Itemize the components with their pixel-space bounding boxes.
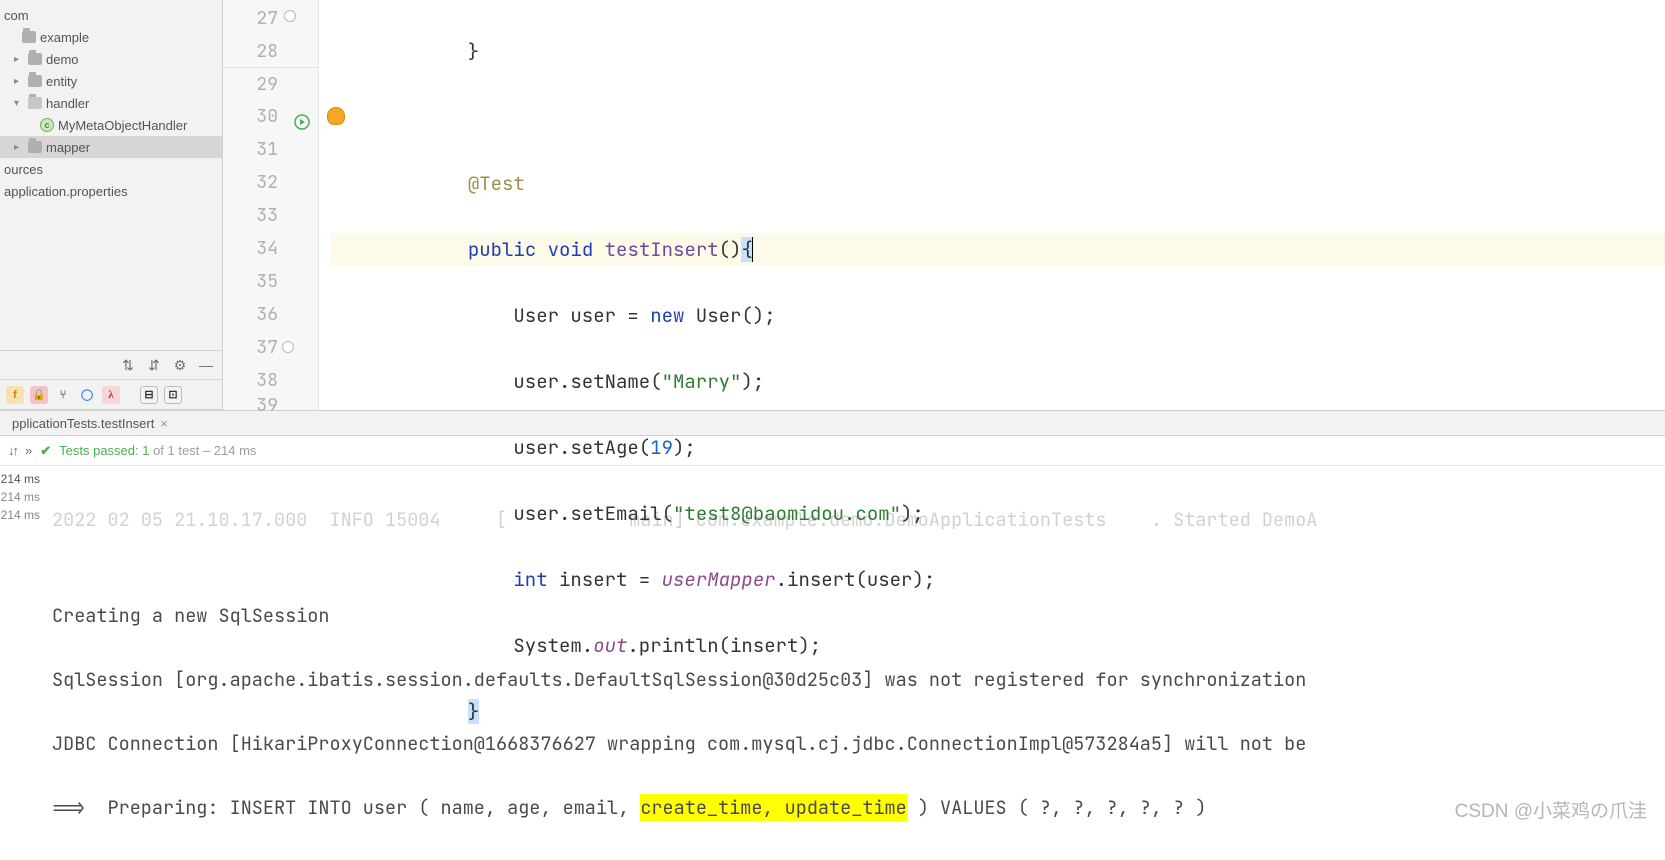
line-number: 36 [256,303,278,326]
console-line: 2022 02 05 21.10.17.000 INFO 15004 [ mai… [52,504,1657,536]
code-line: int insert = userMapper.insert(user); [331,563,1665,596]
fields-icon[interactable]: f [6,386,24,404]
package-label: com [4,8,29,23]
tree-item-com[interactable]: com [0,4,222,26]
structure-toolbar: ⇅ ⇵ ⚙ — [0,350,222,380]
close-icon[interactable]: × [160,416,168,431]
file-label: MyMetaObjectHandler [58,118,187,133]
tests-muted-label: of 1 test – 214 ms [149,443,256,458]
line-number: 30 [256,105,278,128]
folder-icon [22,31,36,43]
minimize-icon[interactable]: — [198,357,214,373]
line-number: 31 [256,138,278,161]
lightbulb-icon[interactable] [328,108,344,124]
folder-icon [28,75,42,87]
chevron-right-icon: ▸ [14,54,24,65]
folder-icon [28,141,42,153]
chevron-right-icon: ▸ [14,76,24,87]
line-number: 35 [256,270,278,293]
line-number: 27 [256,7,278,30]
expand-icon[interactable]: ⇅ [120,357,136,373]
circle-icon[interactable]: ◯ [78,386,96,404]
folder-icon [28,97,42,109]
code-area[interactable]: } @Test public void testInsert(){ User u… [319,0,1665,410]
lock-icon[interactable]: 🔒 [30,386,48,404]
line-number: 28 [256,40,278,63]
gutter: 27 28 29 30 31 32 33 34 35 36 37 38 39 [223,0,319,410]
code-line: @Test [331,167,1665,200]
watermark: CSDN @小菜鸡の爪洼 [1455,796,1647,823]
method-end-icon [284,10,296,22]
run-test-icon[interactable] [294,108,310,124]
folder-label: example [40,30,89,45]
project-sidebar: com example ▸ demo ▸ entity ▾ handler c MyMe… [0,0,223,410]
test-time: 214 ms [0,488,40,506]
test-time: 214 ms [0,470,40,488]
code-line [331,101,1665,134]
line-number: 32 [256,171,278,194]
project-tree: com example ▸ demo ▸ entity ▾ handler c MyMe… [0,0,222,350]
chevrons-icon: » [25,443,32,458]
line-number: 37 [256,336,278,359]
lambda-icon[interactable]: λ [102,386,120,404]
structure-filter-toolbar: f 🔒 ⑂ ◯ λ ⊟ ⊡ [0,380,222,410]
branch-icon[interactable]: ⑂ [54,386,72,404]
tests-passed-label: Tests passed: 1 [59,443,149,458]
code-line: User user = new User(); [331,299,1665,332]
code-line: System.out.println(insert); [331,629,1665,662]
tree-item-entity[interactable]: ▸ entity [0,70,222,92]
nav-arrows-icon[interactable]: ↓↑ [8,443,17,458]
code-line: public void testInsert(){ [331,233,1665,266]
class-icon: c [40,118,54,132]
line-number: 39 [256,394,278,417]
tree-item-example[interactable]: example [0,26,222,48]
folder-label: mapper [46,140,90,155]
folder-label: handler [46,96,89,111]
code-editor[interactable]: 27 28 29 30 31 32 33 34 35 36 37 38 39 }… [223,0,1665,410]
method-end-icon [282,341,294,353]
folder-label: demo [46,52,79,67]
code-line [331,761,1665,794]
folder-label: ources [4,162,43,177]
line-number: 33 [256,204,278,227]
line-number: 29 [256,73,278,96]
code-line: } [331,35,1665,68]
line-number: 34 [256,237,278,260]
chevron-right-icon: ▸ [14,142,24,153]
tree-item-sources[interactable]: ources [0,158,222,180]
code-line: user.setAge(19); [331,431,1665,464]
test-time: 214 ms [0,506,40,524]
chevron-down-icon: ▾ [14,98,24,109]
check-icon: ✔ [40,443,51,459]
code-line: } [331,695,1665,728]
run-tab[interactable]: pplicationTests.testInsert × [4,414,176,433]
tab-label: pplicationTests.testInsert [12,416,154,431]
tree-item-mapper[interactable]: ▸ mapper [0,136,222,158]
file-label: application.properties [4,184,128,199]
gear-icon[interactable]: ⚙ [172,357,188,373]
tree-item-handler-file[interactable]: c MyMetaObjectHandler [0,114,222,136]
tree-item-demo[interactable]: ▸ demo [0,48,222,70]
test-times-column: 214 ms 214 ms 214 ms [0,466,44,829]
folder-label: entity [46,74,77,89]
box2-icon[interactable]: ⊡ [164,386,182,404]
folder-icon [28,53,42,65]
code-line: user.setName("Marry"); [331,365,1665,398]
tree-item-app-properties[interactable]: application.properties [0,180,222,202]
line-number: 38 [256,369,278,392]
tree-item-handler[interactable]: ▾ handler [0,92,222,114]
box1-icon[interactable]: ⊟ [140,386,158,404]
collapse-icon[interactable]: ⇵ [146,357,162,373]
